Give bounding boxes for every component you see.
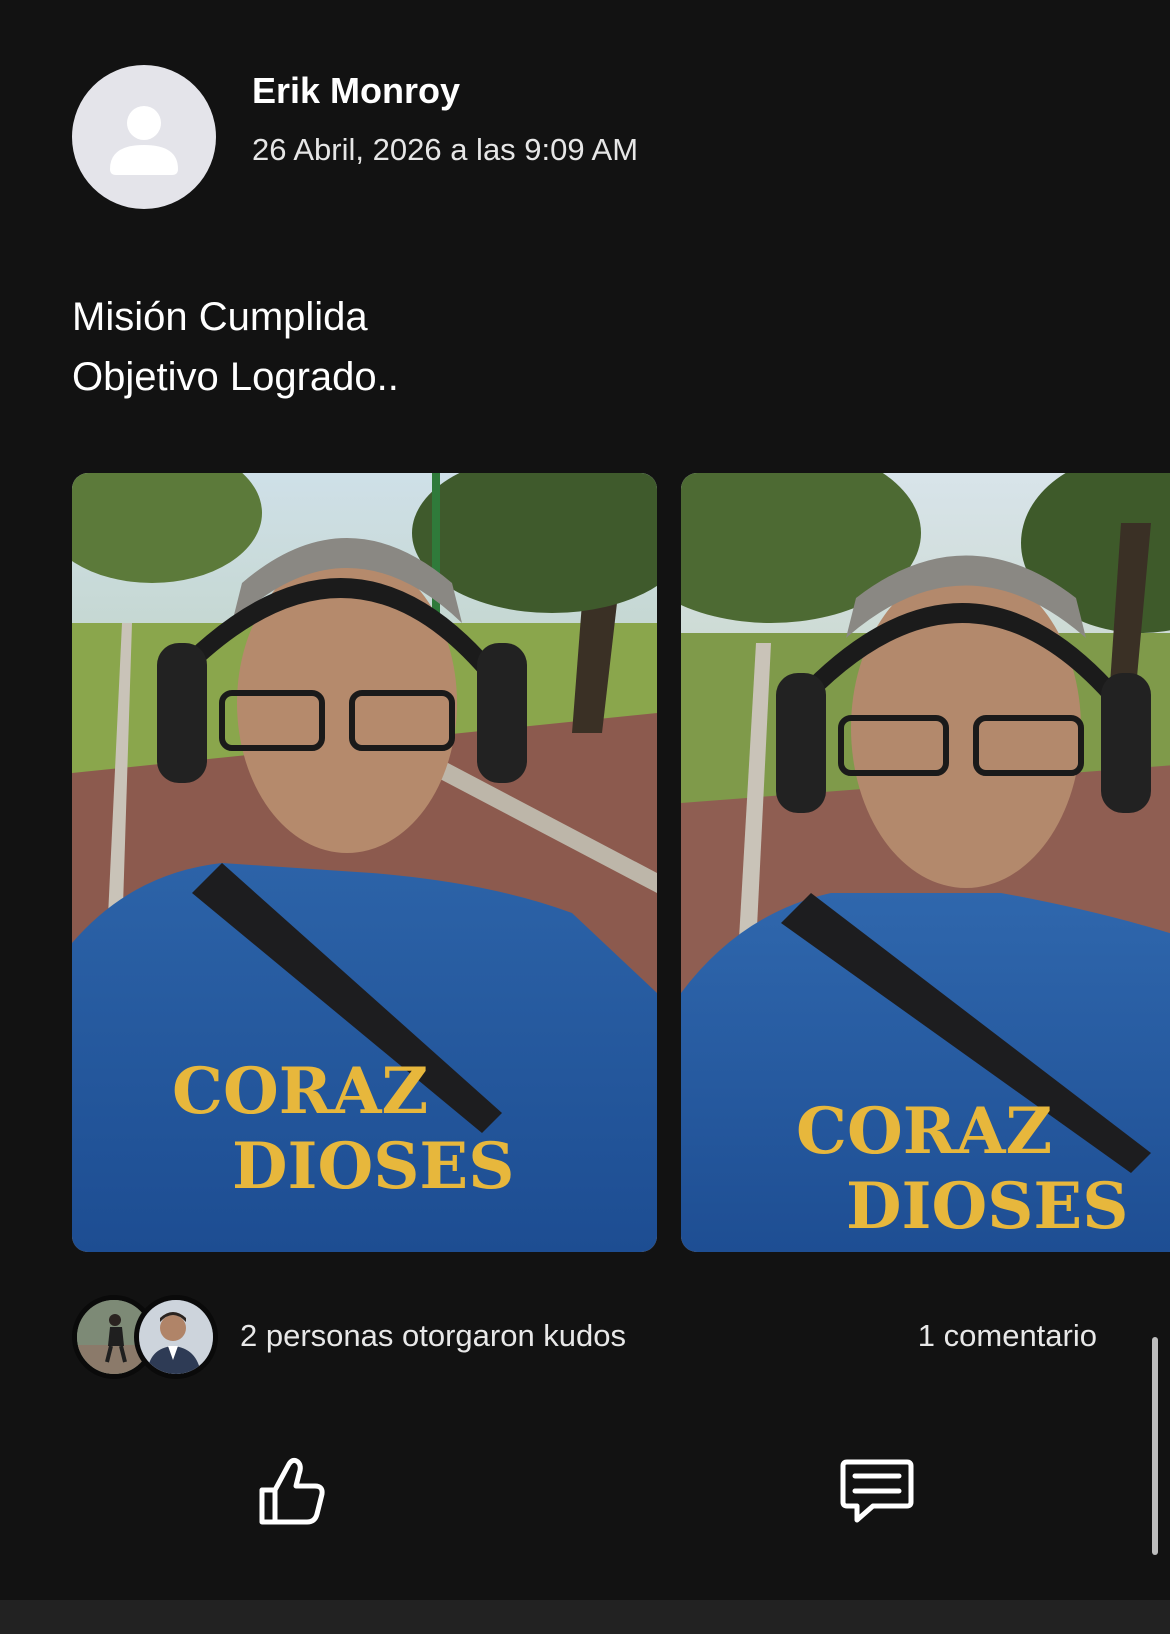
comments-count-text[interactable]: 1 comentario: [918, 1318, 1097, 1354]
post-photo[interactable]: CORAZ DIOSES: [681, 473, 1170, 1252]
post-text-line: Objetivo Logrado..: [72, 355, 399, 399]
comment-button[interactable]: [832, 1447, 922, 1537]
author-name[interactable]: Erik Monroy: [252, 70, 460, 112]
bottom-divider: [0, 1600, 1170, 1634]
kudos-avatars[interactable]: [72, 1295, 222, 1379]
activity-post: Erik Monroy 26 Abril, 2026 a las 9:09 AM…: [0, 0, 1170, 1634]
svg-text:DIOSES: DIOSES: [846, 1169, 1128, 1244]
post-date: 26 Abril, 2026 a las 9:09 AM: [252, 132, 639, 167]
comment-icon: [840, 1459, 914, 1523]
person-icon: [110, 106, 178, 175]
author-avatar[interactable]: [72, 65, 216, 209]
svg-text:CORAZ: CORAZ: [172, 1054, 428, 1129]
svg-text:CORAZ: CORAZ: [796, 1094, 1052, 1169]
svg-text:DIOSES: DIOSES: [232, 1129, 514, 1204]
thumbs-up-icon: [259, 1457, 325, 1525]
kudos-button[interactable]: [247, 1447, 337, 1537]
post-text-line: Misión Cumplida: [72, 295, 368, 339]
photo-selfie-runner: CORAZ DIOSES: [681, 473, 1170, 1252]
kudos-count-text[interactable]: 2 personas otorgaron kudos: [240, 1318, 626, 1354]
kudo-avatar[interactable]: [134, 1295, 218, 1379]
scrollbar[interactable]: [1152, 1337, 1158, 1555]
photo-selfie-runner: CORAZ DIOSES: [72, 473, 657, 1252]
post-description: Misión Cumplida Objetivo Logrado..: [72, 287, 399, 407]
portrait-photo-icon: [139, 1300, 213, 1374]
post-photo[interactable]: CORAZ DIOSES: [72, 473, 657, 1252]
